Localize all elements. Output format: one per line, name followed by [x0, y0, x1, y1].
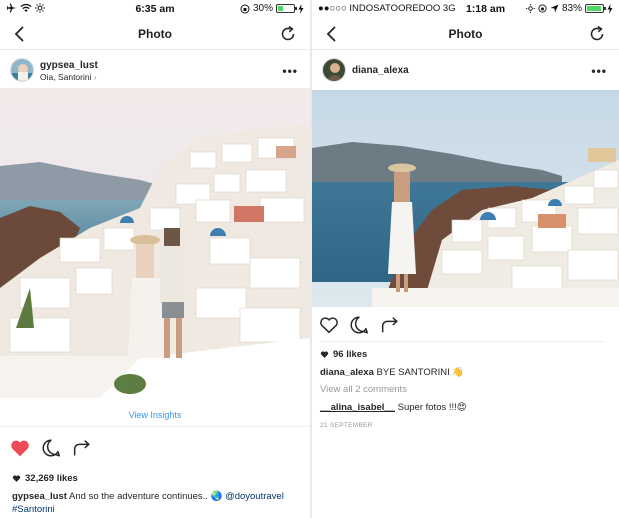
comment-username[interactable]: __alina_isabel__ — [320, 402, 395, 413]
insights-row: View Insights — [0, 403, 310, 427]
nav-title: Photo — [138, 27, 172, 41]
left-screenshot: 6:35 am 30% Photo gypsea_lust Oia, Santo… — [0, 0, 310, 518]
caption-text: And so the adventure continues.. 🌏 — [69, 491, 223, 502]
post-caption: gypsea_lust And so the adventure continu… — [12, 490, 304, 516]
brightness-icon — [525, 4, 535, 13]
likes-count[interactable]: 32,269 likes — [12, 473, 78, 484]
avatar[interactable] — [322, 58, 346, 82]
post-header: diana_alexa ••• — [312, 52, 619, 88]
nav-bar: Photo — [312, 18, 619, 50]
charging-icon — [298, 3, 304, 14]
location-text: Oia, Santorini — [40, 72, 92, 82]
battery-percent: 30% — [252, 3, 273, 14]
more-options-icon[interactable]: ••• — [591, 64, 607, 78]
right-screenshot: ●●○○○ INDOSATOOREDOO 3G 1:18 am 83% Phot… — [312, 0, 619, 440]
avatar[interactable] — [10, 58, 34, 82]
post-location[interactable]: Oia, Santorini › — [40, 72, 97, 82]
likes-text: 96 likes — [333, 349, 368, 360]
status-bar: ●●○○○ INDOSATOOREDOO 3G 1:18 am 83% — [312, 0, 619, 18]
status-right: 30% — [240, 3, 304, 14]
chevron-right-icon: › — [93, 72, 97, 82]
caption-hashtag[interactable]: #Santorini — [12, 504, 55, 515]
caption-username[interactable]: diana_alexa — [320, 367, 374, 378]
comment-icon[interactable] — [40, 437, 62, 459]
battery-icon — [585, 4, 606, 13]
action-divider — [320, 341, 605, 342]
post-date: 21 SEPTEMBER — [320, 422, 373, 429]
comment-icon[interactable] — [348, 314, 370, 336]
post-username[interactable]: gypsea_lust — [40, 60, 98, 71]
battery-percent: 83% — [561, 3, 582, 14]
nav-title: Photo — [448, 27, 483, 41]
share-icon[interactable] — [71, 437, 93, 459]
post-photo[interactable] — [0, 88, 310, 398]
orientation-lock-icon — [240, 4, 250, 13]
orientation-lock-icon — [538, 4, 547, 13]
caption-mention[interactable]: @doyoutravel — [225, 491, 284, 502]
nav-bar: Photo — [0, 18, 310, 50]
caption-text: BYE SANTORINI 👋 — [376, 367, 465, 378]
comment-text: Super fotos !!!😍 — [397, 402, 467, 413]
likes-text: 32,269 likes — [25, 473, 78, 484]
heart-filled-icon[interactable] — [9, 437, 31, 459]
view-comments-link[interactable]: View all 2 comments — [320, 383, 407, 396]
post-username[interactable]: diana_alexa — [352, 65, 409, 76]
small-heart-icon — [320, 351, 329, 358]
action-bar — [0, 437, 310, 463]
small-heart-icon — [12, 475, 21, 482]
heart-outline-icon[interactable] — [318, 314, 340, 336]
more-options-icon[interactable]: ••• — [282, 64, 298, 78]
battery-icon — [276, 4, 297, 13]
comment: __alina_isabel__ Super fotos !!!😍 — [320, 401, 467, 414]
post-caption: diana_alexa BYE SANTORINI 👋 — [320, 366, 464, 379]
action-bar — [312, 314, 619, 340]
view-insights-link[interactable]: View Insights — [129, 410, 182, 420]
share-icon[interactable] — [379, 314, 401, 336]
post-photo[interactable] — [312, 90, 619, 307]
location-arrow-icon — [550, 4, 559, 13]
post-header: gypsea_lust Oia, Santorini › ••• — [0, 52, 310, 88]
likes-count[interactable]: 96 likes — [320, 349, 367, 360]
status-bar: 6:35 am 30% — [0, 0, 310, 18]
charging-icon — [607, 3, 613, 14]
refresh-icon[interactable] — [587, 24, 607, 44]
refresh-icon[interactable] — [278, 24, 298, 44]
status-right: 83% — [525, 3, 613, 14]
caption-username[interactable]: gypsea_lust — [12, 491, 67, 502]
